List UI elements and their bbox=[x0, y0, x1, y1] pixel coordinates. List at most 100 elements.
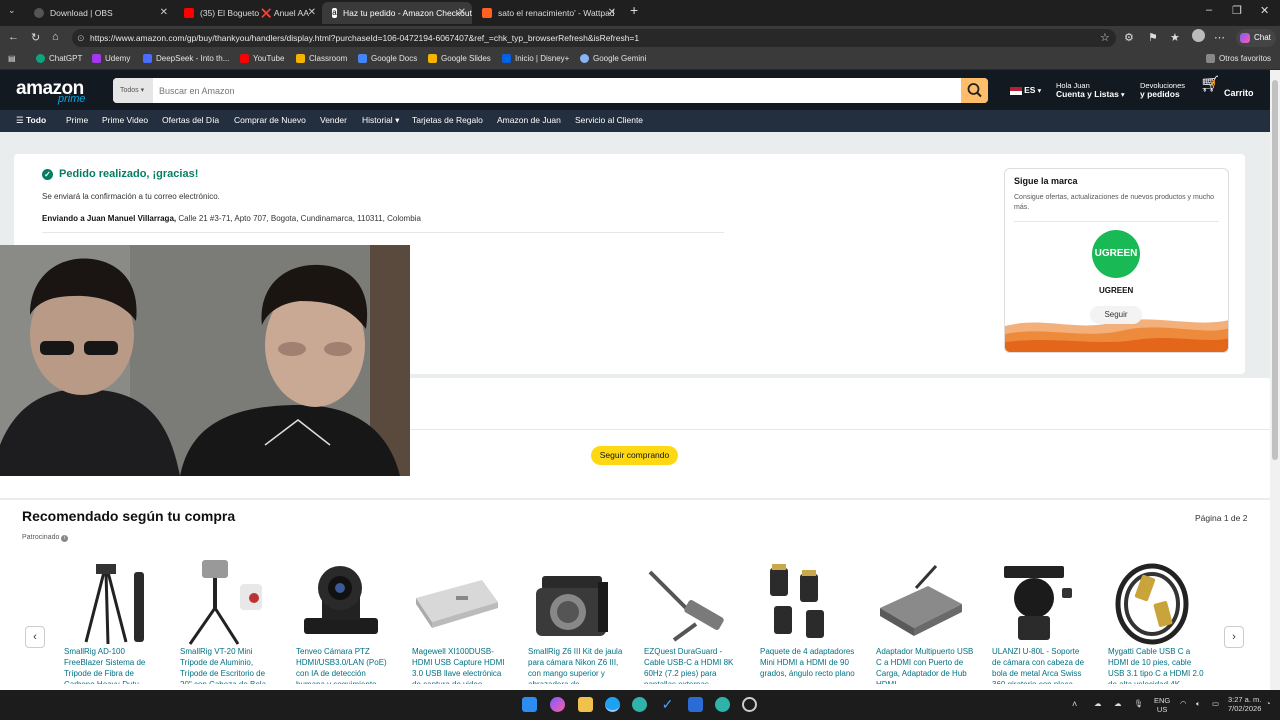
product-card[interactable]: ULANZI U-80L - Soporte de cámara con cab… bbox=[992, 556, 1096, 690]
carousel-next-button[interactable]: › bbox=[1224, 626, 1244, 648]
nav-gift-cards[interactable]: Tarjetas de Regalo bbox=[412, 115, 483, 125]
copilot-taskbar-icon[interactable] bbox=[550, 697, 565, 712]
info-icon[interactable]: i bbox=[61, 535, 69, 542]
nav-customer-service[interactable]: Servicio al Cliente bbox=[575, 115, 643, 125]
product-card[interactable]: SmallRig VT-20 Mini Trípode de Aluminio,… bbox=[180, 556, 284, 690]
product-card[interactable]: SmallRig AD-100 FreeBlazer Sistema de Tr… bbox=[64, 556, 168, 690]
account-lists[interactable]: Hola Juan Cuenta y Listas ▾ bbox=[1056, 81, 1125, 99]
bookmark-chatgpt[interactable]: ChatGPT bbox=[36, 54, 82, 63]
product-card[interactable]: Adaptador Multipuerto USB C a HDMI con P… bbox=[876, 556, 980, 690]
search-category-select[interactable]: Todos ▾ bbox=[113, 78, 153, 103]
tab-wattpad[interactable]: sato el renacimiento' - Wattpad ✕ bbox=[472, 2, 622, 24]
language-selector[interactable]: ES ▾ bbox=[1010, 86, 1041, 96]
usb-c-hub-image bbox=[880, 564, 962, 636]
bookmark-youtube[interactable]: YouTube bbox=[240, 54, 284, 63]
close-tab-icon[interactable]: ✕ bbox=[458, 7, 466, 18]
bookmark-udemy[interactable]: Udemy bbox=[92, 54, 130, 63]
bookmark-google-docs[interactable]: Google Docs bbox=[358, 54, 417, 63]
nav-buy-again[interactable]: Comprar de Nuevo bbox=[234, 115, 306, 125]
close-tab-icon[interactable]: ✕ bbox=[160, 7, 168, 18]
home-icon[interactable]: ⌂ bbox=[52, 31, 59, 43]
notifications-icon[interactable]: ◔ bbox=[1266, 699, 1271, 708]
microphone-icon[interactable]: 🎙︎ bbox=[1134, 699, 1144, 708]
search-input[interactable] bbox=[153, 78, 961, 103]
edge-icon[interactable] bbox=[605, 697, 620, 712]
url-field[interactable]: ⊙ https://www.amazon.com/gp/buy/thankyou… bbox=[72, 29, 1116, 47]
other-bookmarks[interactable]: Otros favoritos bbox=[1206, 54, 1271, 63]
product-card[interactable]: Mygatti Cable USB C a HDMI de 10 pies, c… bbox=[1108, 556, 1212, 690]
tab-obs[interactable]: Download | OBS ✕ bbox=[24, 2, 174, 24]
confirmation-text: Se enviará la confirmación a tu correo e… bbox=[42, 192, 220, 201]
us-flag-icon bbox=[1010, 87, 1022, 96]
back-icon[interactable]: ← bbox=[8, 31, 19, 43]
close-tab-icon[interactable]: ✕ bbox=[308, 7, 316, 18]
product-card[interactable]: SmallRig Z6 III Kit de jaula para cámara… bbox=[528, 556, 632, 690]
site-info-icon[interactable]: ⊙ bbox=[77, 29, 85, 47]
tab-amazon-checkout[interactable]: a Haz tu pedido - Amazon Checkout ✕ bbox=[322, 2, 472, 24]
follow-brand-button[interactable]: Seguir bbox=[1090, 306, 1142, 324]
bookmark-deepseek[interactable]: DeepSeek - Into th... bbox=[143, 54, 229, 63]
wifi-icon[interactable]: ◠ bbox=[1180, 699, 1187, 708]
bookmark-disney[interactable]: Inicio | Disney+ bbox=[502, 54, 569, 63]
returns-orders[interactable]: Devoluciones y pedidos bbox=[1140, 81, 1185, 99]
bookmark-google-slides[interactable]: Google Slides bbox=[428, 54, 491, 63]
mail-icon[interactable] bbox=[688, 697, 703, 712]
nav-prime[interactable]: Prime bbox=[66, 115, 88, 125]
todo-check-icon[interactable]: ✓ bbox=[660, 697, 675, 712]
reload-icon[interactable]: ↻ bbox=[31, 31, 40, 44]
close-tab-icon[interactable]: ✕ bbox=[608, 7, 616, 18]
nav-all-menu[interactable]: ☰ Todo bbox=[16, 115, 46, 126]
windows-start-icon[interactable] bbox=[522, 697, 537, 712]
classroom-icon bbox=[296, 54, 305, 63]
minimize-icon[interactable]: – bbox=[1206, 4, 1212, 16]
product-card[interactable]: Paquete de 4 adaptadores Mini HDMI a HDM… bbox=[760, 556, 864, 690]
recommendations-title: Recomendado según tu compra bbox=[22, 508, 236, 524]
battery-icon[interactable]: ▭ bbox=[1212, 699, 1219, 708]
date-text: 7/02/2026 bbox=[1228, 704, 1262, 713]
edge-secondary-icon[interactable] bbox=[715, 697, 730, 712]
product-card[interactable]: Tenveo Cámara PTZ HDMI/USB3.0/LAN (PoE) … bbox=[296, 556, 400, 690]
file-explorer-icon[interactable] bbox=[578, 697, 593, 712]
bookmark-star-icon[interactable]: ☆ bbox=[1100, 31, 1110, 44]
nav-deals[interactable]: Ofertas del Día bbox=[162, 115, 219, 125]
new-tab-icon[interactable]: + bbox=[630, 2, 638, 18]
search-button[interactable] bbox=[961, 78, 988, 103]
tray-network-app-icon[interactable]: ☁ bbox=[1114, 699, 1122, 708]
bookmark-classroom[interactable]: Classroom bbox=[296, 54, 347, 63]
nav-amazon-de-juan[interactable]: Amazon de Juan bbox=[497, 115, 561, 125]
translate-icon[interactable]: ⚑ bbox=[1148, 31, 1158, 44]
clock[interactable]: 3:27 a. m. 7/02/2026 bbox=[1228, 695, 1261, 713]
nav-prime-video[interactable]: Prime Video bbox=[102, 115, 148, 125]
chat-button[interactable]: Chat bbox=[1236, 29, 1276, 47]
tab-list-icon[interactable]: ⌄ bbox=[8, 5, 16, 16]
nav-sell[interactable]: Vender bbox=[320, 115, 347, 125]
volume-icon[interactable]: 🔈︎ bbox=[1196, 699, 1201, 708]
check-circle-icon: ✓ bbox=[42, 168, 53, 180]
edge-profile-icon[interactable] bbox=[632, 697, 647, 712]
language-region: US bbox=[1156, 705, 1168, 714]
nav-history[interactable]: Historial ▾ bbox=[362, 115, 399, 126]
brand-heading: Sigue la marca bbox=[1014, 176, 1078, 186]
ugreen-logo[interactable]: UGREEN bbox=[1092, 230, 1140, 278]
camera-cage-image bbox=[536, 576, 608, 636]
tray-app-icon[interactable]: ☁ bbox=[1094, 699, 1102, 708]
product-card[interactable]: Magewell XI100DUSB-HDMI USB Capture HDMI… bbox=[412, 556, 516, 690]
bookmarks-app-icon[interactable]: ▤ bbox=[8, 54, 16, 63]
close-window-icon[interactable]: ✕ bbox=[1260, 4, 1269, 17]
scrollbar-thumb[interactable] bbox=[1272, 80, 1278, 460]
tray-overflow-icon[interactable]: ˄ bbox=[1072, 700, 1077, 709]
bookmark-gemini[interactable]: Google Gemini bbox=[580, 54, 646, 63]
menu-icon[interactable]: ⋯ bbox=[1214, 31, 1225, 44]
chatgpt-taskbar-icon[interactable] bbox=[742, 697, 757, 712]
maximize-icon[interactable]: ❐ bbox=[1232, 4, 1242, 17]
extensions-icon[interactable]: ⚙ bbox=[1124, 31, 1134, 44]
carousel-prev-button[interactable]: ‹ bbox=[25, 626, 45, 648]
chevron-left-icon: ‹ bbox=[33, 631, 37, 643]
keyboard-language[interactable]: ENG US bbox=[1154, 696, 1170, 714]
tab-youtube[interactable]: (35) El Bogueto ❌ Anuel AA ✕ bbox=[174, 2, 322, 24]
cart-button[interactable]: 0 🛒︎ Carrito bbox=[1200, 77, 1254, 98]
profile-avatar[interactable] bbox=[1192, 29, 1205, 42]
continue-shopping-button[interactable]: Seguir comprando bbox=[591, 446, 678, 465]
favorites-icon[interactable]: ★ bbox=[1170, 31, 1180, 44]
product-card[interactable]: EZQuest DuraGuard - Cable USB-C a HDMI 8… bbox=[644, 556, 748, 690]
